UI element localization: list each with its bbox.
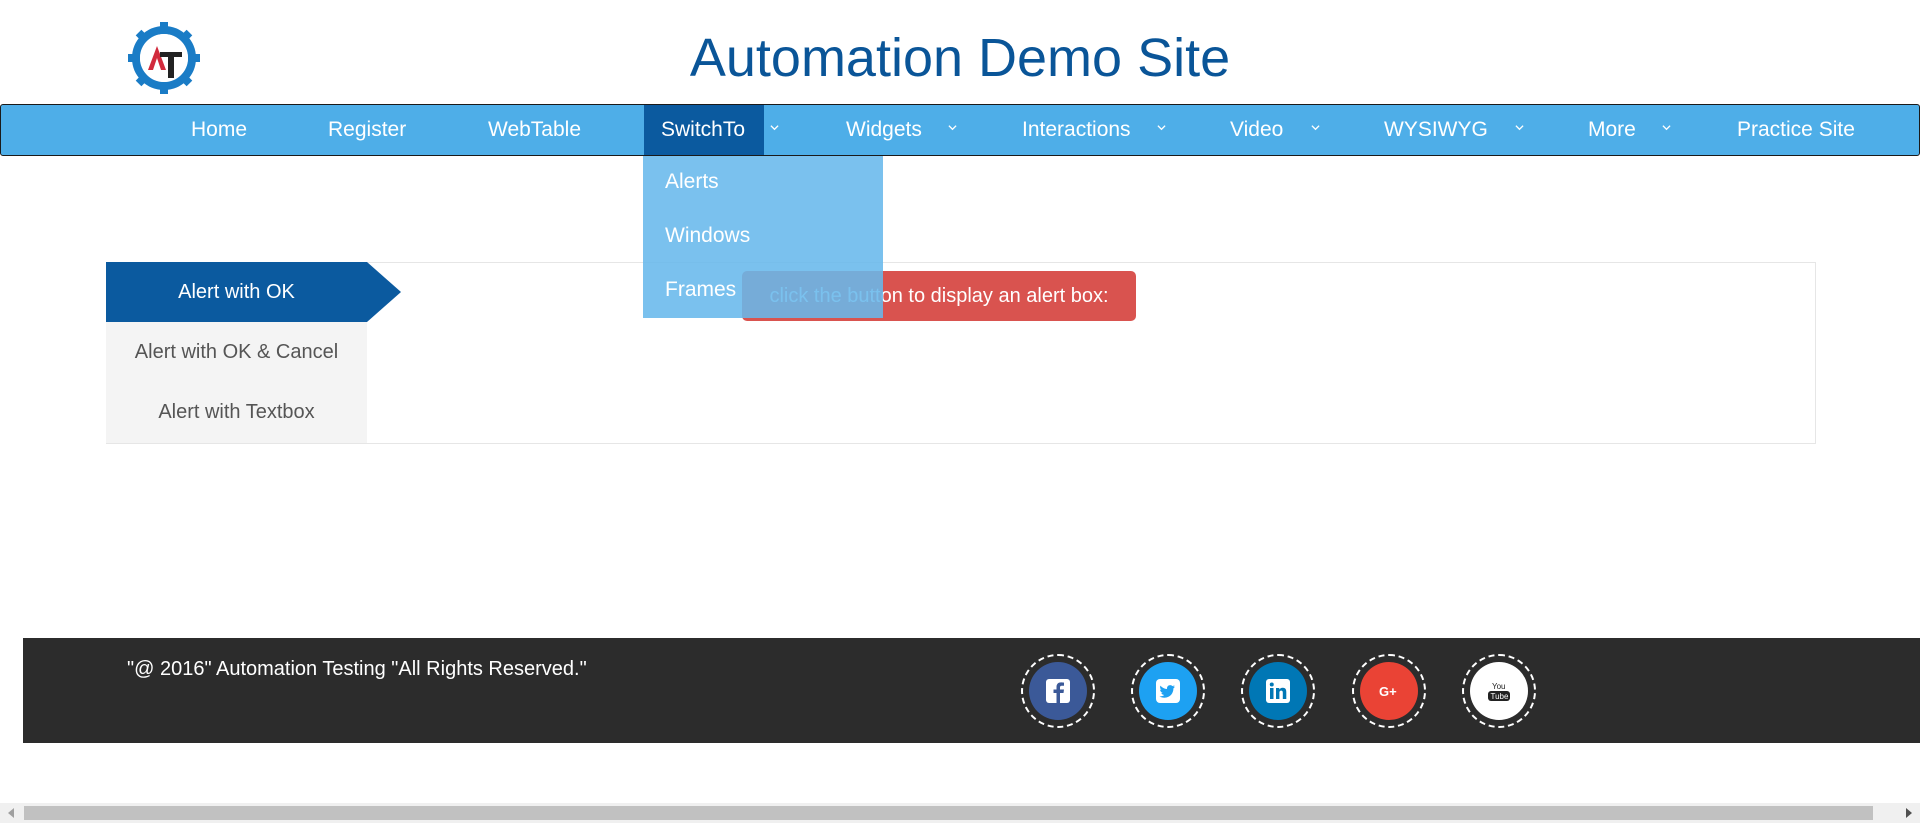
tab-alert-ok-cancel[interactable]: Alert with OK & Cancel — [106, 322, 367, 382]
nav-more[interactable]: More — [1588, 105, 1636, 155]
chevron-down-icon — [1157, 125, 1166, 131]
dropdown-item-frames[interactable]: Frames — [665, 278, 736, 302]
dropdown-item-alerts[interactable]: Alerts — [665, 170, 719, 194]
nav-wysiwyg-toggle[interactable] — [1512, 105, 1532, 155]
copyright-text: "@ 2016" Automation Testing "All Rights … — [127, 658, 587, 680]
google-plus-icon: G+ — [1360, 662, 1418, 720]
alert-tabs: Alert with OK Alert with OK & Cancel Ale… — [106, 262, 367, 443]
scrollbar-thumb[interactable] — [24, 806, 1873, 820]
nav-video[interactable]: Video — [1230, 105, 1283, 155]
scroll-left-arrow-icon[interactable] — [8, 808, 14, 818]
nav-interactions[interactable]: Interactions — [1022, 105, 1131, 155]
nav-wysiwyg-label: WYSIWYG — [1384, 118, 1488, 141]
nav-home[interactable]: Home — [191, 105, 247, 155]
nav-more-label: More — [1588, 118, 1636, 141]
page-title: Automation Demo Site — [689, 28, 1231, 88]
twitter-icon — [1139, 662, 1197, 720]
nav-webtable-label: WebTable — [488, 118, 582, 141]
youtube-icon: You Tube — [1470, 662, 1528, 720]
dropdown-item-windows[interactable]: Windows — [665, 224, 750, 248]
nav-switchto-toggle[interactable] — [767, 105, 787, 155]
switchto-dropdown-menu: Alerts Windows Frames — [643, 156, 883, 318]
chevron-down-icon — [1311, 125, 1320, 131]
nav-register[interactable]: Register — [328, 105, 406, 155]
scroll-right-arrow-icon[interactable] — [1906, 808, 1912, 818]
nav-video-toggle[interactable] — [1308, 105, 1328, 155]
nav-interactions-toggle[interactable] — [1154, 105, 1174, 155]
nav-video-label: Video — [1230, 118, 1284, 141]
chevron-down-icon — [770, 125, 779, 131]
nav-switchto-label: SwitchTo — [661, 118, 746, 141]
tab-alert-textbox[interactable]: Alert with Textbox — [106, 382, 367, 442]
site-footer: "@ 2016" Automation Testing "All Rights … — [23, 638, 1920, 743]
svg-text:Tube: Tube — [1491, 692, 1509, 701]
svg-text:You: You — [1492, 682, 1506, 691]
twitter-link[interactable] — [1131, 654, 1205, 728]
facebook-icon — [1029, 662, 1087, 720]
nav-widgets-toggle[interactable] — [945, 105, 965, 155]
nav-webtable[interactable]: WebTable — [488, 105, 581, 155]
facebook-link[interactable] — [1021, 654, 1095, 728]
chevron-down-icon — [1662, 125, 1671, 131]
tab-alert-ok[interactable]: Alert with OK — [106, 262, 367, 322]
youtube-link[interactable]: You Tube — [1462, 654, 1536, 728]
nav-widgets[interactable]: Widgets — [846, 105, 922, 155]
horizontal-scrollbar[interactable] — [0, 803, 1920, 823]
nav-practice-site-label: Practice Site — [1737, 118, 1855, 141]
main-navbar: Home Register WebTable SwitchTo Widgets … — [0, 104, 1920, 156]
nav-widgets-label: Widgets — [846, 118, 922, 141]
nav-more-toggle[interactable] — [1659, 105, 1679, 155]
nav-wysiwyg[interactable]: WYSIWYG — [1384, 105, 1488, 155]
linkedin-icon — [1249, 662, 1307, 720]
google-plus-link[interactable]: G+ — [1352, 654, 1426, 728]
chevron-down-icon — [1515, 125, 1524, 131]
nav-practice-site[interactable]: Practice Site — [1737, 105, 1855, 155]
svg-text:G+: G+ — [1379, 684, 1397, 699]
nav-register-label: Register — [328, 118, 407, 141]
active-tab-arrow — [367, 262, 401, 322]
nav-switchto[interactable]: SwitchTo — [644, 105, 764, 155]
chevron-down-icon — [948, 125, 957, 131]
nav-home-label: Home — [191, 118, 248, 141]
nav-interactions-label: Interactions — [1022, 118, 1131, 141]
linkedin-link[interactable] — [1241, 654, 1315, 728]
